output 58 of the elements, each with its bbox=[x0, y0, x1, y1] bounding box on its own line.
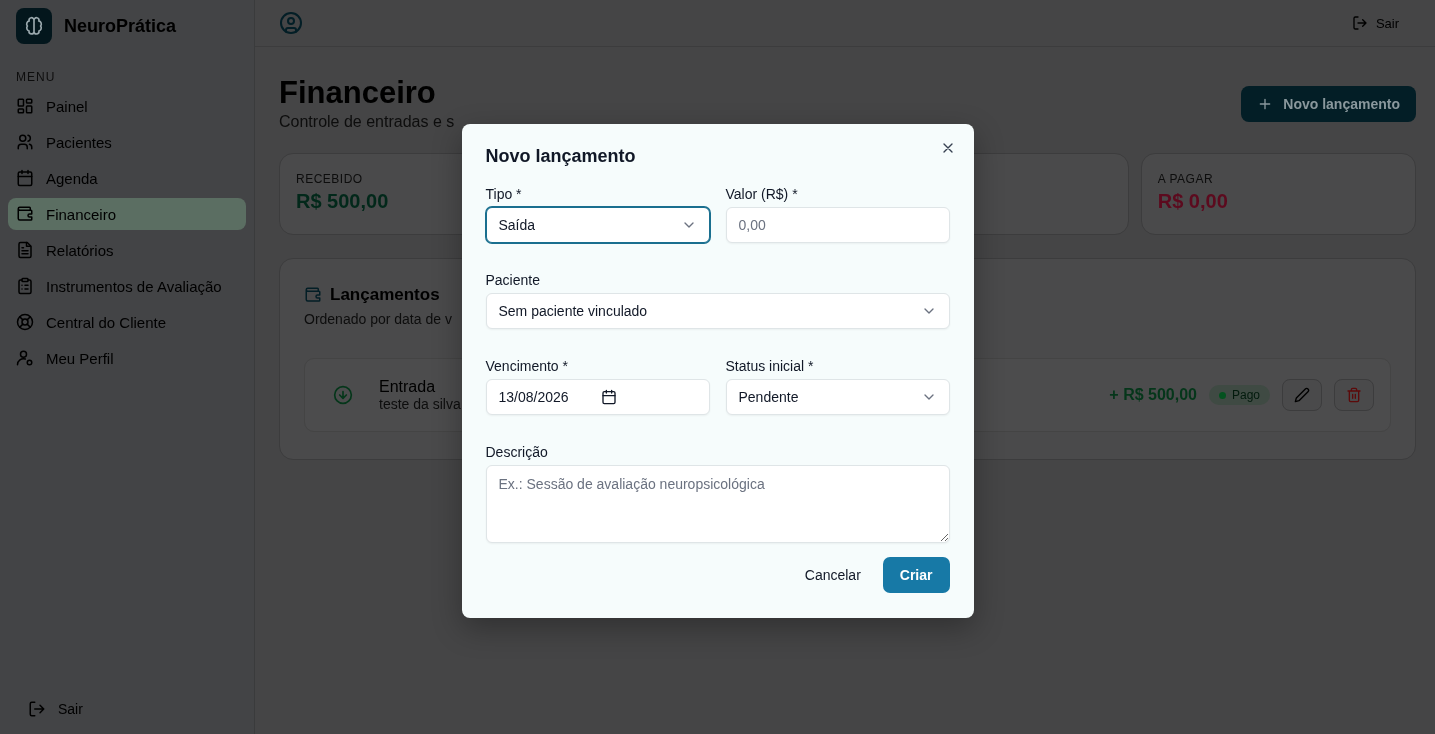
lifebuoy-icon bbox=[16, 313, 34, 331]
field-label: Descrição bbox=[485, 444, 548, 460]
clipboard-icon bbox=[16, 277, 34, 295]
field-label: Status inicial * bbox=[725, 358, 814, 374]
nav-item[interactable]: Financeiro bbox=[8, 198, 246, 230]
nav-item[interactable]: Relatórios bbox=[8, 234, 246, 266]
logout-icon bbox=[28, 700, 46, 718]
edit-button[interactable] bbox=[1282, 379, 1322, 411]
user-settings-icon bbox=[16, 349, 34, 367]
document-icon bbox=[16, 241, 34, 259]
nav-item[interactable]: Meu Perfil bbox=[8, 342, 246, 374]
logout-icon bbox=[1351, 15, 1368, 31]
page-subtitle: Controle de entradas e s bbox=[279, 113, 455, 131]
stat-value: R$ 0,00 bbox=[1157, 190, 1228, 213]
logout-button[interactable]: Sair bbox=[1345, 14, 1405, 32]
card-subtitle: Ordenado por data de v bbox=[304, 311, 452, 327]
field-label: Tipo * bbox=[485, 186, 522, 202]
user-circle-icon bbox=[279, 11, 303, 35]
entry-amount: + R$ 500,00 bbox=[1109, 386, 1197, 404]
nav-item[interactable]: Pacientes bbox=[8, 126, 246, 158]
select-field[interactable]: Pendente bbox=[725, 379, 950, 415]
status-badge: Pago bbox=[1208, 385, 1270, 405]
new-entry-button[interactable]: Novo lançamento bbox=[1241, 86, 1416, 122]
trash-icon bbox=[1346, 387, 1362, 403]
field-label: Paciente bbox=[485, 272, 540, 288]
nav-item[interactable]: Central do Cliente bbox=[8, 306, 246, 338]
entry-title: Entrada bbox=[379, 378, 436, 396]
stat-value: R$ 500,00 bbox=[296, 190, 389, 213]
nav-item[interactable]: Instrumentos de Avaliação bbox=[8, 270, 246, 302]
nav-item[interactable]: Painel bbox=[8, 90, 246, 122]
calendar-icon bbox=[16, 169, 34, 187]
entry-description: teste da silva bbox=[379, 396, 461, 412]
create-button[interactable]: Criar bbox=[882, 557, 950, 593]
stat-label: A PAGAR bbox=[1157, 172, 1214, 186]
date-field[interactable]: 13/08/2026 bbox=[485, 379, 710, 415]
brain-logo-icon bbox=[16, 8, 52, 44]
dashboard-icon bbox=[16, 97, 34, 115]
pencil-icon bbox=[1294, 387, 1310, 403]
textarea-field[interactable]: Ex.: Sessão de avaliação neuropsicológica bbox=[485, 465, 950, 543]
select-field[interactable]: Sem paciente vinculado bbox=[485, 293, 950, 329]
brand-name: NeuroPrática bbox=[64, 15, 177, 37]
stat-label: RECEBIDO bbox=[296, 172, 363, 186]
card-title: Lançamentos bbox=[330, 285, 440, 305]
field-label: Valor (R$) * bbox=[725, 186, 798, 202]
wallet-icon bbox=[304, 286, 322, 304]
wallet-icon bbox=[16, 205, 34, 223]
page-title: Financeiro bbox=[279, 75, 436, 111]
calendar-icon bbox=[600, 389, 617, 405]
menu-heading: MENU bbox=[15, 70, 57, 84]
cancel-button[interactable]: Cancelar bbox=[804, 567, 861, 583]
logout-button[interactable]: Sair bbox=[8, 700, 246, 718]
field-label: Vencimento * bbox=[485, 358, 568, 374]
nav-item[interactable]: Agenda bbox=[8, 162, 246, 194]
input-field[interactable]: 0,00 bbox=[725, 207, 950, 243]
select-field[interactable]: Saída bbox=[485, 207, 710, 243]
dialog-title: Novo lançamento bbox=[485, 146, 637, 167]
delete-button[interactable] bbox=[1334, 379, 1374, 411]
users-icon bbox=[16, 133, 34, 151]
